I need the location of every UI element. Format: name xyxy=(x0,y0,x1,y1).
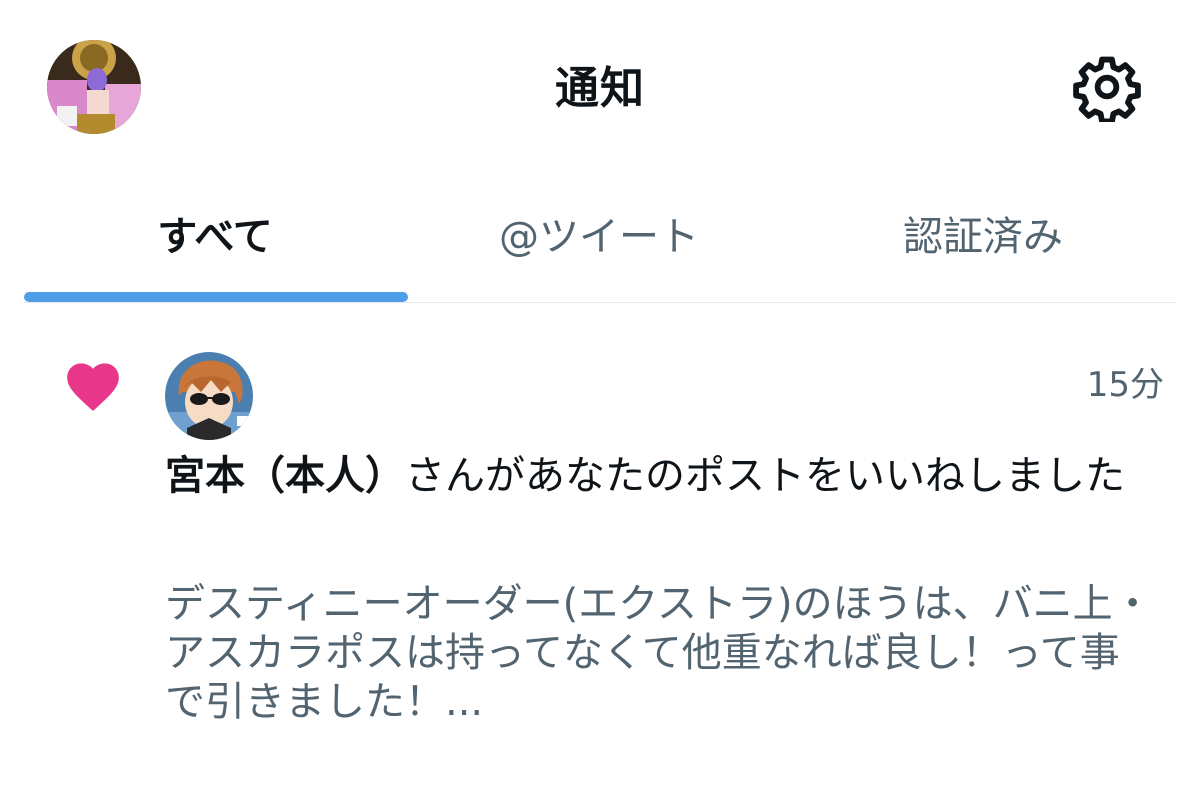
user-name[interactable]: 宮本（本人） xyxy=(165,453,405,499)
gear-icon[interactable] xyxy=(1072,52,1142,125)
tab-mentions[interactable]: @ツイート xyxy=(408,197,790,277)
heart-icon xyxy=(62,355,124,413)
page-title: 通知 xyxy=(555,63,645,114)
timestamp: 15分 xyxy=(1086,365,1164,405)
post-preview: デスティニーオーダー(エクストラ)のほうは、バニ上・アスカラポスは持ってなくて他… xyxy=(165,581,1153,725)
top-bar: 通知 xyxy=(0,0,1200,175)
tab-divider xyxy=(24,302,1176,303)
notification-item[interactable]: 15分 宮本（本人）さんがあなたのポストをいいねしました デスティニーオーダー(… xyxy=(0,305,1200,803)
action-text: さんがあなたのポストをいいねしました xyxy=(405,453,1125,499)
tab-verified[interactable]: 認証済み xyxy=(790,197,1176,277)
active-tab-indicator xyxy=(24,292,408,302)
notification-tabs: すべて @ツイート 認証済み xyxy=(0,175,1200,305)
user-avatar[interactable] xyxy=(165,352,253,440)
notification-message: 宮本（本人）さんがあなたのポストをいいねしました xyxy=(165,452,1145,500)
tab-all[interactable]: すべて xyxy=(24,197,406,277)
